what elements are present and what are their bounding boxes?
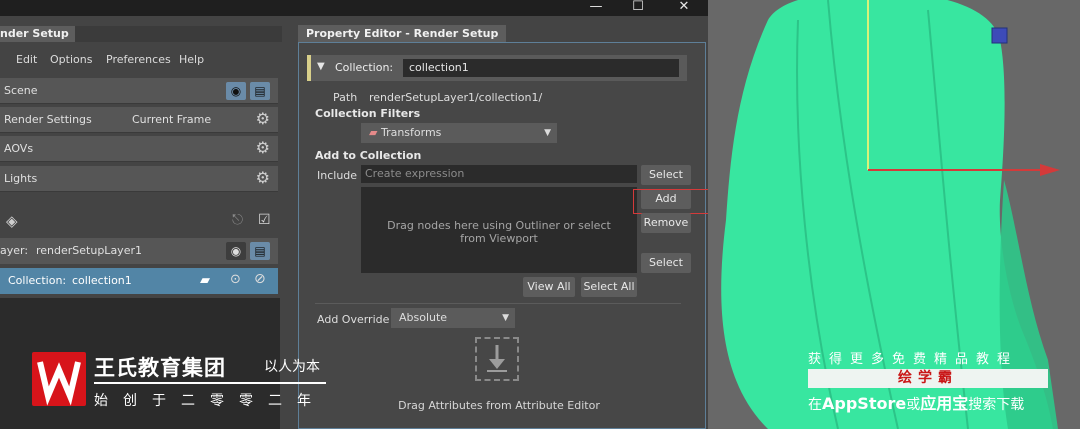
selection-select-button[interactable]: Select (641, 253, 691, 273)
search-hint: 在AppStore或应用宝搜索下载 (808, 390, 1024, 414)
yingyongbao-text: 应用宝 (920, 394, 969, 413)
attribute-drop-target[interactable] (475, 337, 519, 381)
collection-name: collection1 (72, 274, 132, 287)
section-divider (315, 303, 681, 304)
current-frame-label: Current Frame (132, 113, 212, 126)
gear-icon[interactable]: ⚙ (256, 110, 270, 128)
path-label: Path (333, 91, 358, 104)
property-editor-panel: Property Editor - Render Setup ▼ Collect… (292, 16, 709, 429)
path-value: renderSetupLayer1/collection1/ (369, 91, 543, 104)
transform-filter-icon: ▰ (369, 126, 378, 139)
collection-header[interactable]: ▼ Collection: collection1 (307, 55, 687, 81)
collection-filter-value: Transforms (380, 126, 442, 139)
gear-icon[interactable]: ⚙ (256, 139, 270, 157)
company-motto: 以人为本 (264, 359, 320, 375)
render-clapper-icon[interactable]: ▤ (250, 242, 270, 260)
drop-hint: Drag nodes here using Outliner or select… (387, 219, 611, 245)
create-layer-icon[interactable]: ◈ (6, 212, 18, 230)
chevron-down-icon: ▼ (502, 313, 509, 323)
render-setup-tab[interactable]: nder Setup (0, 26, 75, 42)
collection-filter-dropdown[interactable]: ▰ Transforms ▼ (361, 123, 557, 143)
search-post: 搜索下载 (968, 397, 1025, 413)
promo-text: 获得更多免费精品教程 (808, 352, 1019, 367)
minimize-icon[interactable]: — (574, 0, 618, 16)
gear-icon[interactable]: ⚙ (256, 169, 270, 187)
collapse-triangle-icon[interactable]: ▼ (317, 61, 325, 72)
render-setup-menubar: Edit Options Preferences Help (0, 50, 282, 70)
collection-filters-label: Collection Filters (315, 107, 421, 120)
remove-button[interactable]: Remove (641, 213, 691, 233)
visibility-eye-icon[interactable]: ◉ (226, 82, 246, 100)
w-logo-icon (37, 361, 81, 406)
menu-help[interactable]: Help (179, 53, 204, 66)
render-settings-label: Render Settings (4, 113, 92, 126)
include-select-button[interactable]: Select (641, 165, 691, 185)
x-axis-arrow-icon (1040, 164, 1060, 176)
layer-prefix: ayer: (0, 244, 29, 257)
lights-label: Lights (4, 172, 38, 185)
isolate-icon[interactable]: ⊙ (230, 272, 241, 287)
drop-arrow-icon (487, 345, 507, 372)
chevron-down-icon: ▼ (544, 128, 551, 138)
property-editor-body: ▼ Collection: collection1 Path renderSet… (298, 42, 709, 429)
render-layer-row[interactable]: ayer: renderSetupLayer1 ◉ ▤ (0, 238, 278, 264)
drag-attributes-hint: Drag Attributes from Attribute Editor (398, 399, 600, 412)
view-all-button[interactable]: View All (523, 277, 575, 297)
add-to-collection-label: Add to Collection (315, 149, 422, 162)
collection-row[interactable]: Collection: collection1 ▰ ⊙ ⊘ (0, 268, 278, 294)
close-icon[interactable]: ✕ (662, 0, 706, 16)
aovs-label: AOVs (4, 142, 34, 155)
z-axis-handle-icon (991, 27, 1008, 44)
menu-preferences[interactable]: Preferences (106, 53, 171, 66)
select-all-button[interactable]: Select All (581, 277, 637, 297)
scene-label: Scene (4, 84, 38, 97)
brand-name: 绘学霸 (898, 370, 958, 386)
company-name: 王氏教育集团 (94, 356, 226, 380)
founded-text: 始创于二零零二年 (94, 393, 326, 409)
include-label: Include (317, 169, 358, 182)
disable-icon[interactable]: ⊘ (254, 271, 266, 287)
menu-options[interactable]: Options (50, 53, 92, 66)
render-setup-toolbar: ◈ ⎋ ☑ (0, 212, 282, 232)
visibility-eye-icon[interactable]: ◉ (226, 242, 246, 260)
override-type-value: Absolute (399, 311, 448, 324)
collection-name-field[interactable]: collection1 (403, 59, 679, 77)
import-icon[interactable]: ⎋ (232, 212, 243, 228)
override-type-dropdown[interactable]: Absolute ▼ (391, 308, 515, 328)
watermark-divider (94, 382, 326, 384)
aovs-row[interactable]: AOVs ⚙ (0, 136, 278, 162)
add-highlight-frame (633, 189, 709, 214)
search-pre: 在 (808, 397, 822, 413)
collection-prefix: Collection: (8, 274, 67, 287)
render-clapper-icon[interactable]: ▤ (250, 82, 270, 100)
maximize-icon[interactable]: ☐ (616, 0, 660, 16)
company-logo (32, 352, 86, 406)
menu-edit[interactable]: Edit (16, 53, 37, 66)
render-setup-tabbar: nder Setup (0, 26, 282, 42)
render-settings-row[interactable]: Render Settings Current Frame ⚙ (0, 107, 278, 133)
layer-name: renderSetupLayer1 (36, 244, 142, 257)
window-title-bar: — ☐ ✕ (0, 0, 708, 16)
collection-label: Collection: (335, 61, 394, 74)
transform-filter-icon: ▰ (200, 273, 210, 288)
collection-drop-area[interactable]: Drag nodes here using Outliner or select… (361, 187, 637, 273)
export-icon[interactable]: ☑ (258, 212, 271, 228)
scene-row[interactable]: Scene ◉ ▤ (0, 78, 278, 104)
appstore-text: AppStore (822, 394, 907, 413)
property-editor-tab[interactable]: Property Editor - Render Setup (298, 25, 507, 42)
include-expression-input[interactable]: Create expression (361, 165, 637, 183)
lights-row[interactable]: Lights ⚙ (0, 166, 278, 192)
brand-bar: 绘学霸 (808, 369, 1048, 388)
search-mid: 或 (906, 397, 921, 413)
add-override-label: Add Override (317, 313, 390, 326)
